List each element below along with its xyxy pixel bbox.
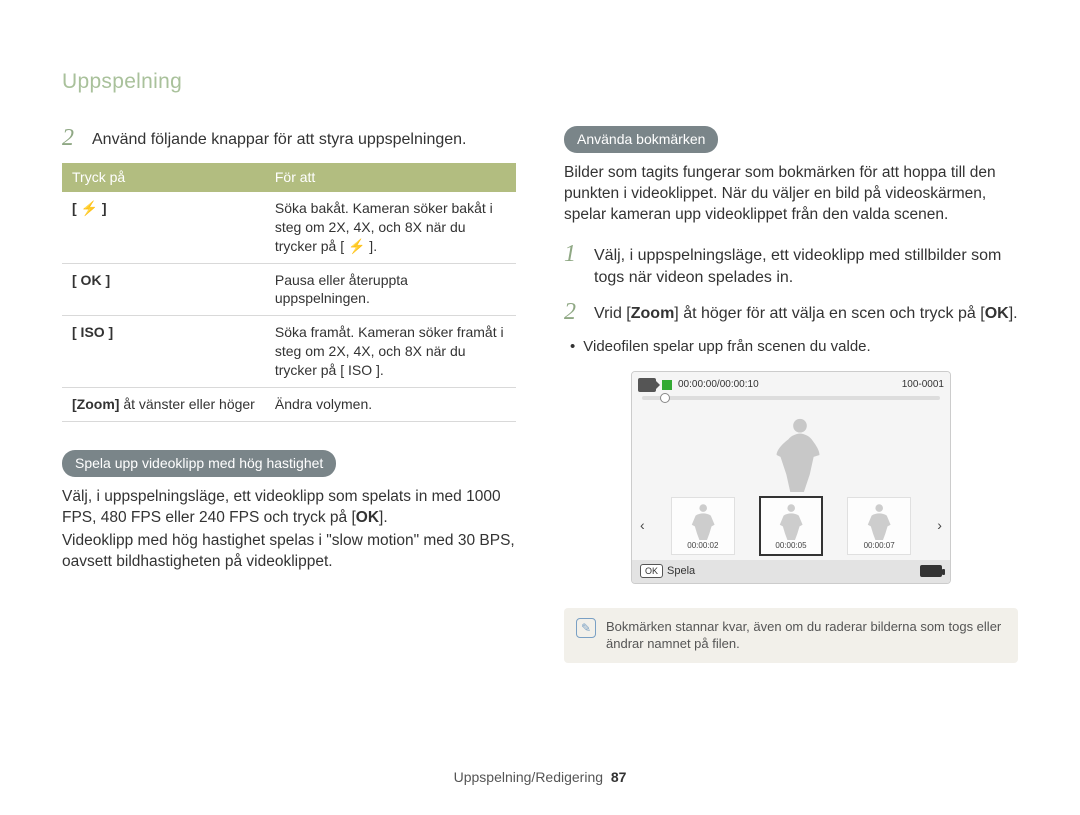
controls-table: Tryck på För att [ ⚡ ] Söka bakåt. Kamer… xyxy=(62,163,516,422)
table-key: [ ISO ] xyxy=(62,316,265,388)
battery-icon xyxy=(920,565,942,577)
thumbnail: 00:00:07 xyxy=(847,497,911,555)
step-row: 2 Vrid [Zoom] åt höger för att välja en … xyxy=(564,300,1018,325)
note-text: Bokmärken stannar kvar, även om du rader… xyxy=(606,618,1006,653)
thumbnail: 00:00:02 xyxy=(671,497,735,555)
table-val: Söka framåt. Kameran söker framåt i steg… xyxy=(265,316,516,388)
chevron-left-icon: ‹ xyxy=(638,516,647,535)
step-row: 2 Använd följande knappar för att styra … xyxy=(62,126,516,151)
chevron-right-icon: › xyxy=(935,516,944,535)
thumbnail-time: 00:00:05 xyxy=(761,540,821,554)
table-row: [Zoom] [Zoom] åt vänster eller högeråt v… xyxy=(62,387,516,421)
playback-time: 00:00:00/00:00:10 xyxy=(678,378,759,392)
camera-display: 00:00:00/00:00:10 100-0001 ‹ 0 xyxy=(631,371,951,584)
table-key: [ OK ] xyxy=(62,263,265,316)
table-header-press: Tryck på xyxy=(62,163,265,192)
step-number: 2 xyxy=(564,300,582,325)
progress-bar xyxy=(642,396,940,400)
body-text: Välj, i uppspelningsläge, ett videoklipp… xyxy=(62,487,516,529)
body-text: Bilder som tagits fungerar som bokmärken… xyxy=(564,163,1018,226)
heading-pill-highspeed: Spela upp videoklipp med hög hastighet xyxy=(62,450,336,477)
bullet-item: • Videofilen spelar upp från scenen du v… xyxy=(564,337,1018,357)
step-text: Vrid [Zoom] åt höger för att välja en sc… xyxy=(594,300,1018,325)
ok-play-label: OKSpela xyxy=(640,564,695,579)
step-number: 1 xyxy=(564,242,582,288)
video-icon xyxy=(638,378,656,392)
bullet-text: Videofilen spelar upp från scenen du val… xyxy=(583,337,870,357)
table-key: [Zoom] [Zoom] åt vänster eller högeråt v… xyxy=(62,387,265,421)
table-row: [ ISO ] Söka framåt. Kameran söker framå… xyxy=(62,316,516,388)
step-text: Använd följande knappar för att styra up… xyxy=(92,126,516,151)
note-box: ✎ Bokmärken stannar kvar, även om du rad… xyxy=(564,608,1018,663)
thumbnail-time: 00:00:07 xyxy=(848,540,910,554)
table-header-to: För att xyxy=(265,163,516,192)
step-text: Välj, i uppspelningsläge, ett videoklipp… xyxy=(594,242,1018,288)
page-footer: Uppspelning/Redigering 87 xyxy=(0,768,1080,787)
note-icon: ✎ xyxy=(576,618,596,638)
thumbnail-selected: 00:00:05 xyxy=(759,496,823,556)
table-row: [ ⚡ ] Söka bakåt. Kameran söker bakåt i … xyxy=(62,192,516,263)
table-val: Ändra volymen. xyxy=(265,387,516,421)
ok-pill-icon: OK xyxy=(640,564,663,578)
step-number: 2 xyxy=(62,126,80,151)
progress-knob-icon xyxy=(660,393,670,403)
step-row: 1 Välj, i uppspelningsläge, ett videokli… xyxy=(564,242,1018,288)
heading-pill-bookmarks: Använda bokmärken xyxy=(564,126,718,153)
table-key: [ ⚡ ] xyxy=(62,192,265,263)
play-indicator-icon xyxy=(662,380,672,390)
silhouette-figure xyxy=(760,414,840,492)
table-row: [ OK ] Pausa eller återuppta uppspelning… xyxy=(62,263,516,316)
body-text: Videoklipp med hög hastighet spelas i "s… xyxy=(62,531,516,573)
bullet-dot-icon: • xyxy=(570,337,575,357)
table-val: Pausa eller återuppta uppspelningen. xyxy=(265,263,516,316)
file-id: 100-0001 xyxy=(902,378,944,392)
thumbnail-time: 00:00:02 xyxy=(672,540,734,554)
table-val: Söka bakåt. Kameran söker bakåt i steg o… xyxy=(265,192,516,263)
page-section-title: Uppspelning xyxy=(62,68,1018,96)
